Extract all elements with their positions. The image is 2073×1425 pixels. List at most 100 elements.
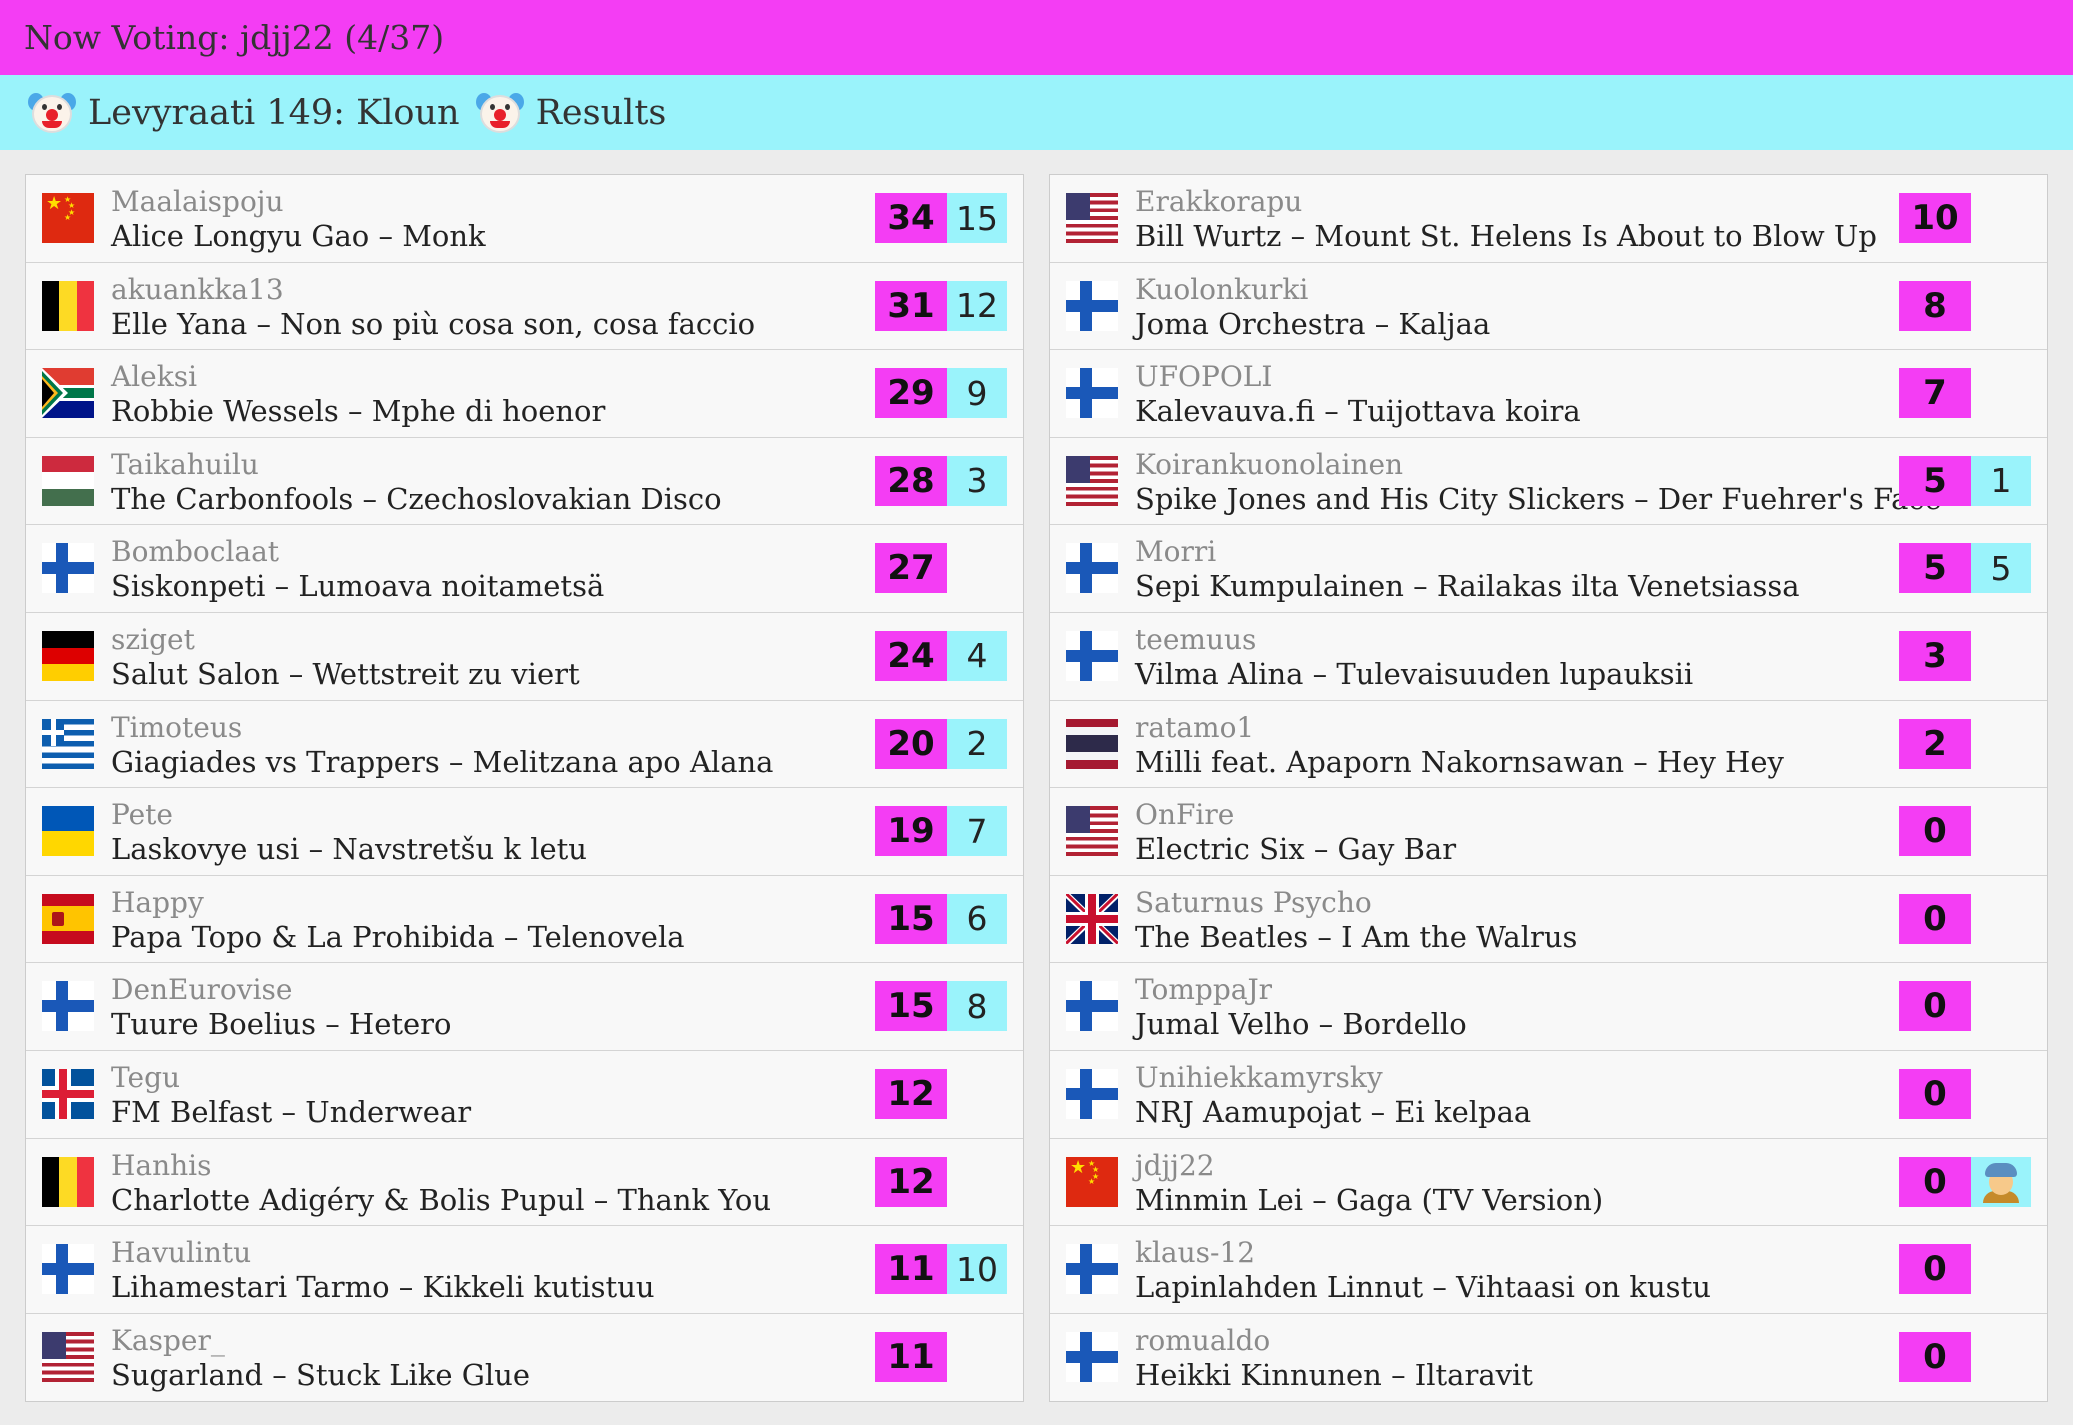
- username: DenEurovise: [111, 973, 293, 1007]
- given-points-badge: 10: [947, 1244, 1007, 1295]
- result-row: Tegu FM Belfast – Underwear 12: [26, 1051, 1023, 1139]
- result-row: Kuolonkurki Joma Orchestra – Kaljaa 8: [1050, 263, 2047, 351]
- song-title: Heikki Kinnunen – Iltaravit: [1135, 1357, 1533, 1392]
- song-title: The Carbonfools – Czechoslovakian Disco: [111, 481, 722, 516]
- username: Happy: [111, 885, 204, 919]
- total-points-badge: 0: [1899, 981, 1971, 1032]
- username: Koirankuonolainen: [1135, 447, 1404, 481]
- song-title: Vilma Alina – Tulevaisuuden lupauksii: [1135, 656, 1694, 691]
- total-points-badge: 20: [875, 718, 947, 769]
- given-points-badge: 1: [1971, 455, 2031, 506]
- total-points-badge: 0: [1899, 893, 1971, 944]
- song-title: Siskonpeti – Lumoava noitametsä: [111, 569, 605, 604]
- result-row: ratamo1 Milli feat. Apaporn Nakornsawan –…: [1050, 701, 2047, 789]
- total-points-badge: 0: [1899, 1244, 1971, 1295]
- username: TomppaJr: [1135, 973, 1273, 1007]
- given-points-badge: 8: [947, 981, 1007, 1032]
- flag-be-icon: [42, 1156, 94, 1207]
- total-points-badge: 27: [875, 543, 947, 594]
- username: Tegu: [111, 1060, 181, 1094]
- clown-icon: [475, 91, 524, 135]
- total-points-badge: 5: [1899, 543, 1971, 594]
- username: Maalaispoju: [111, 185, 284, 218]
- song-title: Charlotte Adigéry & Bolis Pupul – Thank …: [111, 1182, 772, 1217]
- username: Erakkorapu: [1135, 185, 1303, 218]
- given-points-badge: 5: [1971, 543, 2031, 594]
- song-title: Kalevauva.fi – Tuijottava koira: [1135, 394, 1581, 429]
- song-title: Alice Longyu Gao – Monk: [111, 219, 486, 253]
- title-bar: Levyraati 149: Kloun Results: [0, 75, 2073, 150]
- total-points-badge: 12: [875, 1156, 947, 1207]
- song-title: Sepi Kumpulainen – Railakas ilta Venetsi…: [1135, 569, 1800, 604]
- username: sziget: [111, 622, 195, 656]
- flag-fi-icon: [1066, 630, 1118, 681]
- flag-gr-icon: [42, 718, 94, 769]
- song-title: Elle Yana – Non so più cosa son, cosa fa…: [111, 306, 756, 341]
- song-title: Sugarland – Stuck Like Glue: [111, 1357, 530, 1392]
- flag-za-icon: [42, 368, 94, 419]
- left-results-column: ★ ★ ★ ★ ★ Maalaispoju Alice Longyu Gao – Monk 3…: [25, 174, 1024, 1403]
- username: Saturnus Psycho: [1135, 885, 1372, 919]
- song-title: Laskovye usi – Navstretšu k letu: [111, 832, 587, 867]
- username: teemuus: [1135, 622, 1257, 656]
- flag-fi-icon: [1066, 981, 1118, 1032]
- song-title: Electric Six – Gay Bar: [1135, 832, 1457, 867]
- flag-fi-icon: [42, 543, 94, 594]
- username: jdjj22: [1135, 1148, 1215, 1182]
- flag-is-icon: [42, 1068, 94, 1119]
- total-points-badge: 0: [1899, 1068, 1971, 1119]
- total-points-badge: 0: [1899, 1156, 1971, 1207]
- now-voting-text: Now Voting: jdjj22 (4/37): [24, 18, 445, 57]
- song-title: Lihamestari Tarmo – Kikkeli kutistuu: [111, 1270, 655, 1305]
- username: Timoteus: [111, 710, 243, 744]
- username: OnFire: [1135, 798, 1235, 832]
- username: Hanhis: [111, 1148, 212, 1182]
- username: akuankka13: [111, 272, 284, 306]
- song-title: Lapinlahden Linnut – Vihtaasi on kustu: [1135, 1270, 1711, 1305]
- flag-fi-icon: [1066, 1068, 1118, 1119]
- total-points-badge: 34: [875, 193, 947, 243]
- flag-es-icon: [42, 893, 94, 944]
- flag-be-icon: [42, 280, 94, 331]
- song-title: Salut Salon – Wettstreit zu viert: [111, 656, 580, 691]
- total-points-badge: 29: [875, 368, 947, 419]
- username: Kuolonkurki: [1135, 272, 1309, 306]
- result-row: Pete Laskovye usi – Navstretšu k letu 19 7: [26, 788, 1023, 876]
- flag-th-icon: [1066, 718, 1118, 769]
- total-points-badge: 5: [1899, 455, 1971, 506]
- total-points-badge: 0: [1899, 806, 1971, 857]
- username: Taikahuilu: [111, 447, 259, 481]
- total-points-badge: 11: [875, 1331, 947, 1382]
- total-points-badge: 12: [875, 1068, 947, 1119]
- result-row: Unihiekkamyrsky NRJ Aamupojat – Ei kelpaa…: [1050, 1051, 2047, 1139]
- total-points-badge: 7: [1899, 368, 1971, 419]
- flag-us-icon: [42, 1331, 94, 1382]
- result-row: sziget Salut Salon – Wettstreit zu viert 2…: [26, 613, 1023, 701]
- flag-fi-icon: [1066, 368, 1118, 419]
- result-row: Taikahuilu The Carbonfools – Czechoslovak…: [26, 438, 1023, 526]
- total-points-badge: 8: [1899, 280, 1971, 331]
- result-row: DenEurovise Tuure Boelius – Hetero 15 8: [26, 963, 1023, 1051]
- clown-icon: [28, 91, 76, 135]
- song-title: Joma Orchestra – Kaljaa: [1135, 306, 1491, 341]
- page-title: Levyraati 149: Kloun: [88, 92, 460, 133]
- total-points-badge: 0: [1899, 1331, 1971, 1382]
- given-points-badge: 2: [947, 718, 1007, 769]
- result-row: Havulintu Lihamestari Tarmo – Kikkeli kut…: [26, 1226, 1023, 1314]
- result-row: akuankka13 Elle Yana – Non so più cosa so…: [26, 263, 1023, 351]
- song-title: The Beatles – I Am the Walrus: [1135, 919, 1578, 954]
- flag-us-icon: [1066, 806, 1118, 857]
- now-voting-bar: Now Voting: jdjj22 (4/37): [0, 0, 2073, 75]
- song-title: Tuure Boelius – Hetero: [111, 1007, 452, 1042]
- result-row: Bomboclaat Siskonpeti – Lumoava noitamets…: [26, 525, 1023, 613]
- username: Aleksi: [111, 360, 198, 394]
- result-row: romualdo Heikki Kinnunen – Iltaravit 0: [1050, 1314, 2047, 1402]
- flag-ua-icon: [42, 806, 94, 857]
- results-link[interactable]: Results: [475, 91, 667, 135]
- song-title: Robbie Wessels – Mphe di hoenor: [111, 394, 606, 429]
- username: ratamo1: [1135, 710, 1255, 744]
- username: UFOPOLI: [1135, 360, 1273, 394]
- results-label: Results: [535, 92, 667, 133]
- result-row: Timoteus Giagiades vs Trappers – Melitzan…: [26, 701, 1023, 789]
- total-points-badge: 15: [875, 893, 947, 944]
